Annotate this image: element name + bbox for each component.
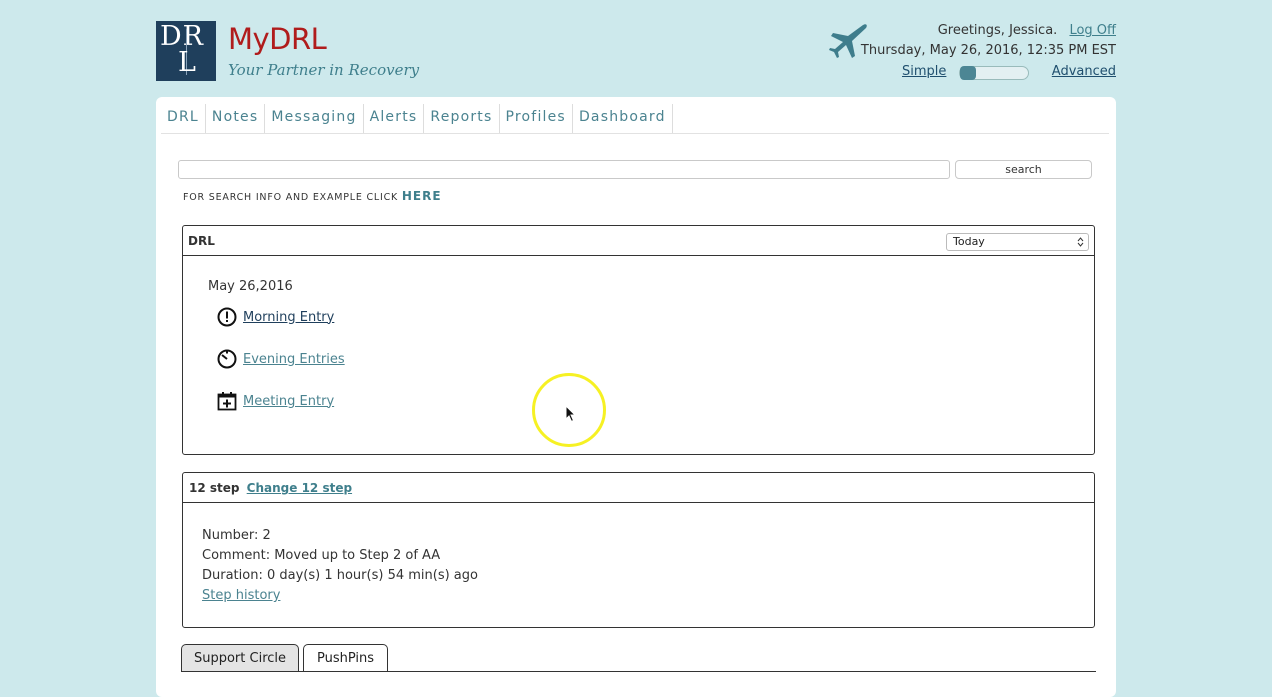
brand-tagline: Your Partner in Recovery [228, 61, 420, 79]
entry-meeting: Meeting Entry [217, 390, 334, 412]
select-arrows-icon [1077, 237, 1084, 247]
mode-slider-thumb[interactable] [960, 66, 976, 80]
drl-logo: DR L [156, 21, 216, 81]
logo-text-bottom: L [178, 47, 196, 78]
calendar-add-icon [217, 392, 237, 411]
nav-item-alerts[interactable]: Alerts [364, 104, 425, 133]
nav-item-reports[interactable]: Reports [424, 104, 500, 133]
twelve-step-title: 12 step [189, 481, 240, 495]
twelve-step-title-wrap: 12 step Change 12 step [189, 481, 352, 495]
morning-entry-link[interactable]: Morning Entry [243, 310, 334, 325]
step-number: Number: 2 [202, 528, 271, 543]
main-nav: DRL Notes Messaging Alerts Reports Profi… [161, 104, 1109, 134]
step-history-wrap: Step history [202, 588, 280, 603]
evening-entries-link[interactable]: Evening Entries [243, 352, 345, 367]
mode-switch: Simple Advanced [902, 62, 1116, 82]
twelve-step-box: 12 step Change 12 step Number: 2 Comment… [182, 472, 1095, 628]
nav-item-drl[interactable]: DRL [161, 104, 206, 133]
step-duration: Duration: 0 day(s) 1 hour(s) 54 min(s) a… [202, 568, 478, 583]
search-input[interactable] [178, 160, 950, 179]
logoff-link[interactable]: Log Off [1069, 23, 1116, 38]
nav-item-dashboard[interactable]: Dashboard [573, 104, 673, 133]
drl-box-header: DRL Today [183, 226, 1094, 256]
twelve-step-header: 12 step Change 12 step [183, 473, 1094, 503]
mouse-pointer-icon [565, 405, 577, 423]
step-comment: Comment: Moved up to Step 2 of AA [202, 548, 441, 563]
brand-title: MyDRL [228, 22, 327, 56]
simple-mode-link[interactable]: Simple [902, 64, 946, 79]
tab-support-circle[interactable]: Support Circle [181, 644, 299, 672]
search-info-text: FOR SEARCH INFO AND EXAMPLE CLICK [183, 192, 402, 203]
nav-item-profiles[interactable]: Profiles [500, 104, 573, 133]
entry-evening: Evening Entries [217, 348, 345, 370]
main-panel: DRL Notes Messaging Alerts Reports Profi… [156, 97, 1116, 697]
drl-box-title: DRL [188, 234, 215, 248]
tab-pushpins[interactable]: PushPins [303, 644, 388, 672]
clock-icon [217, 349, 237, 369]
step-history-link[interactable]: Step history [202, 588, 280, 603]
entry-morning: Morning Entry [217, 306, 334, 328]
current-datetime: Thursday, May 26, 2016, 12:35 PM EST [860, 43, 1116, 58]
date-range-value: Today [953, 235, 985, 248]
meeting-entry-link[interactable]: Meeting Entry [243, 394, 334, 409]
nav-item-messaging[interactable]: Messaging [265, 104, 364, 133]
search-info: FOR SEARCH INFO AND EXAMPLE CLICK HERE [183, 189, 442, 203]
nav-item-notes[interactable]: Notes [206, 104, 266, 133]
greeting-text: Greetings, Jessica. [937, 23, 1058, 38]
greeting: Greetings, Jessica. Log Off [938, 23, 1116, 38]
advanced-mode-link[interactable]: Advanced [1052, 64, 1116, 79]
tab-content-border [182, 671, 1096, 678]
drl-box: DRL Today May 26,2016 Morning Entry Even… [182, 225, 1095, 455]
mode-slider[interactable] [959, 66, 1029, 80]
search-info-link[interactable]: HERE [402, 189, 442, 203]
date-range-select[interactable]: Today [946, 233, 1089, 251]
alert-circle-icon [217, 307, 237, 327]
change-12-step-link[interactable]: Change 12 step [247, 481, 352, 495]
entry-date: May 26,2016 [208, 279, 293, 294]
search-button[interactable]: search [955, 160, 1092, 179]
